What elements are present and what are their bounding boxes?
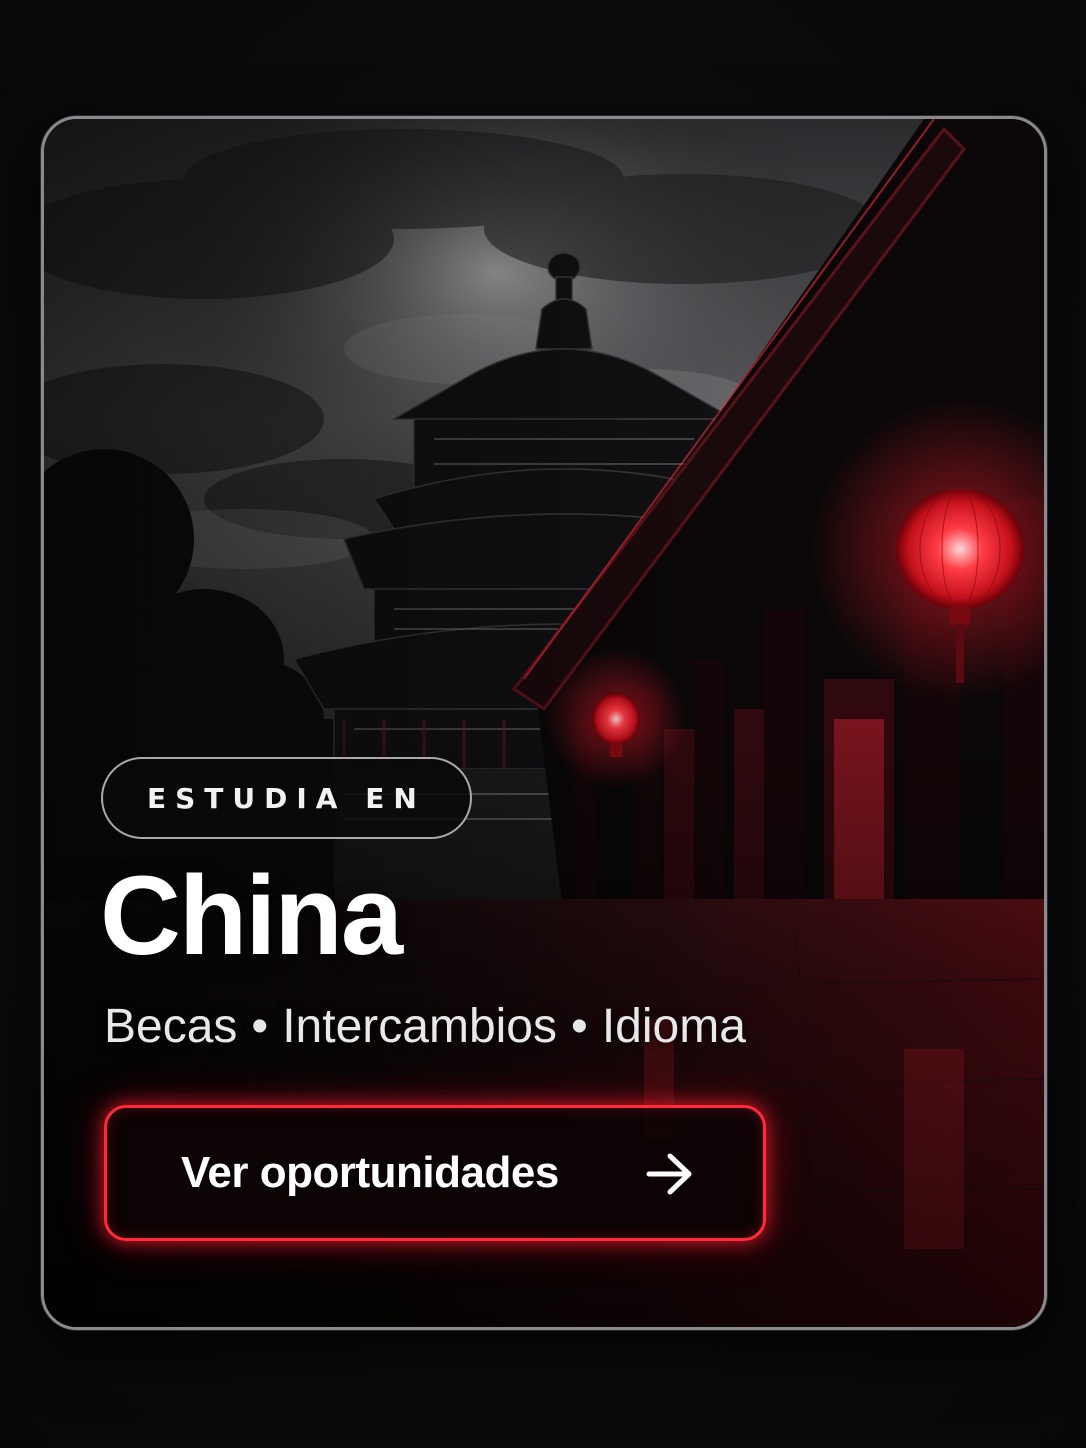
subtitle-separator: •	[251, 1000, 269, 1053]
subtitle-item-intercambios: Intercambios	[282, 1000, 557, 1053]
subtitle-separator: •	[571, 1000, 588, 1053]
view-opportunities-button[interactable]: Ver oportunidades	[104, 1105, 766, 1241]
page: ESTUDIA EN China Becas • Intercambios • Idio…	[0, 0, 1086, 1448]
eyebrow-badge: ESTUDIA EN	[101, 757, 472, 839]
card-subtitle: Becas • Intercambios • Idioma	[104, 998, 746, 1056]
subtitle-item-becas: Becas	[104, 1000, 238, 1053]
view-opportunities-label: Ver oportunidades	[181, 1148, 559, 1197]
arrow-right-icon	[646, 1153, 692, 1195]
eyebrow-label: ESTUDIA EN	[147, 781, 426, 815]
card-title: China	[100, 853, 403, 978]
subtitle-item-idioma: Idioma	[601, 1000, 746, 1053]
